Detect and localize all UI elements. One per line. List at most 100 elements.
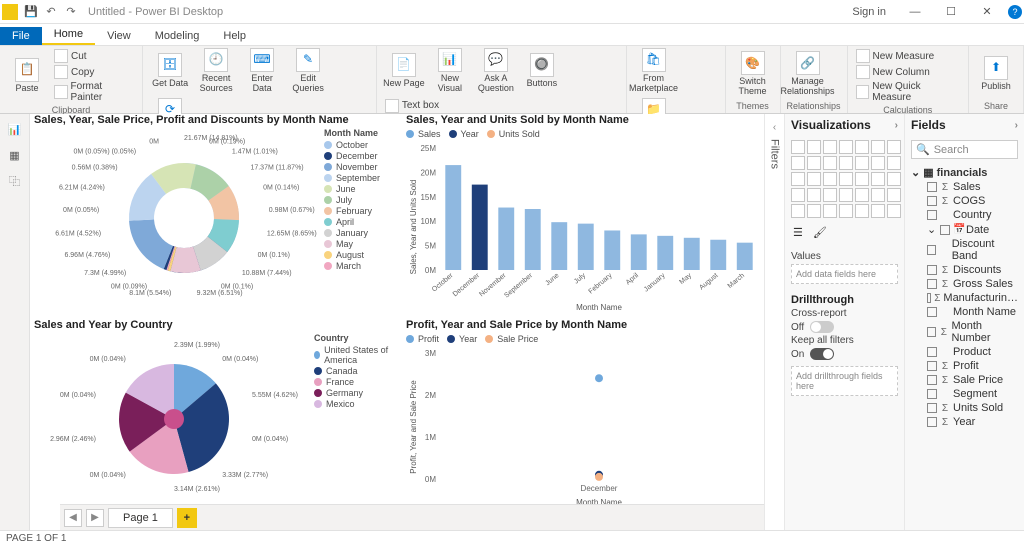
viz-type-tile[interactable] [887,204,901,218]
viz-type-tile[interactable] [871,188,885,202]
field-checkbox[interactable] [940,225,950,235]
publish-button[interactable]: ⬆Publish [975,56,1017,92]
field-node[interactable]: ΣSale Price [911,373,1018,387]
sign-in-link[interactable]: Sign in [852,6,886,18]
format-painter-button[interactable]: Format Painter [52,80,136,104]
switch-theme-button[interactable]: 🎨Switch Theme [732,51,774,97]
save-icon[interactable]: 💾 [22,3,40,21]
legend-item[interactable]: April [324,217,398,227]
viz-type-tile[interactable] [839,140,853,154]
viz-scatter-profit-by-month[interactable]: Profit, Year and Sale Price by Month Nam… [406,319,764,509]
legend-item[interactable]: March [324,261,398,271]
legend-item[interactable]: Sale Price [485,334,538,344]
help-icon[interactable]: ? [1008,5,1022,19]
field-node[interactable]: Discount Band [911,237,1018,263]
enter-data-button[interactable]: ⌨Enter Data [241,48,283,94]
chevron-right-icon[interactable]: › [895,120,898,131]
recent-sources-button[interactable]: 🕘Recent Sources [195,48,237,94]
viz-type-tile[interactable] [855,204,869,218]
field-checkbox[interactable] [927,389,937,399]
viz-bar-sales-by-month[interactable]: Sales, Year and Units Sold by Month Name… [406,114,764,314]
report-view-icon[interactable]: 📊 [6,120,24,138]
viz-type-tile[interactable] [855,140,869,154]
legend-item[interactable]: Germany [314,388,400,398]
viz-type-tile[interactable] [839,156,853,170]
viz-type-tile[interactable] [791,172,805,186]
legend-item[interactable]: Year [449,129,479,139]
field-node[interactable]: ΣProfit [911,359,1018,373]
viz-type-tile[interactable] [887,188,901,202]
values-well[interactable]: Add data fields here [791,264,898,284]
close-button[interactable]: ✕ [972,0,1002,24]
field-checkbox[interactable] [927,293,931,303]
page-prev-button[interactable]: ◀ [64,509,82,527]
format-well-icon[interactable]: 🖌 [813,226,827,239]
legend-item[interactable]: July [324,195,398,205]
viz-type-tile[interactable] [807,172,821,186]
cross-report-toggle[interactable] [810,321,834,333]
viz-type-tile[interactable] [807,156,821,170]
new-page-button[interactable]: 📄New Page [383,53,425,89]
fields-search-input[interactable]: 🔍Search [911,140,1018,159]
keep-filters-toggle[interactable] [810,348,834,360]
add-page-button[interactable]: + [177,508,197,528]
tab-home[interactable]: Home [42,25,95,45]
field-checkbox[interactable] [927,182,937,192]
viz-type-tile[interactable] [887,156,901,170]
viz-pie-sales-by-country[interactable]: Sales and Year by Country 2.39M (1.99%)0… [34,319,404,509]
legend-item[interactable]: Canada [314,366,400,376]
redo-icon[interactable]: ↷ [62,3,80,21]
viz-type-tile[interactable] [855,188,869,202]
viz-type-tile[interactable] [791,140,805,154]
viz-type-tile[interactable] [855,156,869,170]
cut-button[interactable]: Cut [52,48,89,64]
field-checkbox[interactable] [927,327,936,337]
field-checkbox[interactable] [927,307,937,317]
data-view-icon[interactable]: ▦ [6,146,24,164]
legend-item[interactable]: Year [447,334,477,344]
manage-relationships-button[interactable]: 🔗Manage Relationships [787,51,829,97]
field-node[interactable]: ΣDiscounts [911,263,1018,277]
drillthrough-well[interactable]: Add drillthrough fields here [791,366,898,396]
page-tab-1[interactable]: Page 1 [108,508,173,528]
copy-button[interactable]: Copy [52,64,96,80]
field-checkbox[interactable] [927,245,936,255]
legend-item[interactable]: May [324,239,398,249]
field-checkbox[interactable] [927,210,937,220]
viz-type-tile[interactable] [791,204,805,218]
minimize-button[interactable]: — [900,0,930,24]
viz-type-tile[interactable] [807,188,821,202]
legend-item[interactable]: Sales [406,129,441,139]
field-checkbox[interactable] [927,417,937,427]
field-checkbox[interactable] [927,403,937,413]
tab-help[interactable]: Help [211,27,258,45]
field-node[interactable]: Segment [911,387,1018,401]
viz-type-tile[interactable] [855,172,869,186]
tab-file[interactable]: File [0,27,42,45]
viz-type-tile[interactable] [839,172,853,186]
field-node[interactable]: ΣManufacturin… [911,291,1018,305]
legend-item[interactable]: October [324,140,398,150]
legend-item[interactable]: January [324,228,398,238]
paste-button[interactable]: 📋Paste [6,58,48,94]
fields-well-icon[interactable]: ☰ [793,226,803,239]
field-node[interactable]: ⌄📅Date [911,222,1018,237]
chevron-right-icon[interactable]: › [1015,120,1018,131]
model-view-icon[interactable]: ⿻ [6,172,24,190]
field-node[interactable]: ΣSales [911,180,1018,194]
new-measure-button[interactable]: New Measure [854,48,937,64]
field-node[interactable]: ΣUnits Sold [911,401,1018,415]
legend-item[interactable]: November [324,162,398,172]
field-node[interactable]: Country [911,208,1018,222]
viz-type-tile[interactable] [887,172,901,186]
from-marketplace-button[interactable]: 🛍From Marketplace [633,48,675,94]
viz-type-tile[interactable] [823,172,837,186]
legend-item[interactable]: June [324,184,398,194]
field-node[interactable]: ΣYear [911,415,1018,429]
tab-modeling[interactable]: Modeling [143,27,212,45]
viz-type-tile[interactable] [871,204,885,218]
legend-item[interactable]: September [324,173,398,183]
legend-item[interactable]: February [324,206,398,216]
legend-item[interactable]: December [324,151,398,161]
legend-item[interactable]: August [324,250,398,260]
